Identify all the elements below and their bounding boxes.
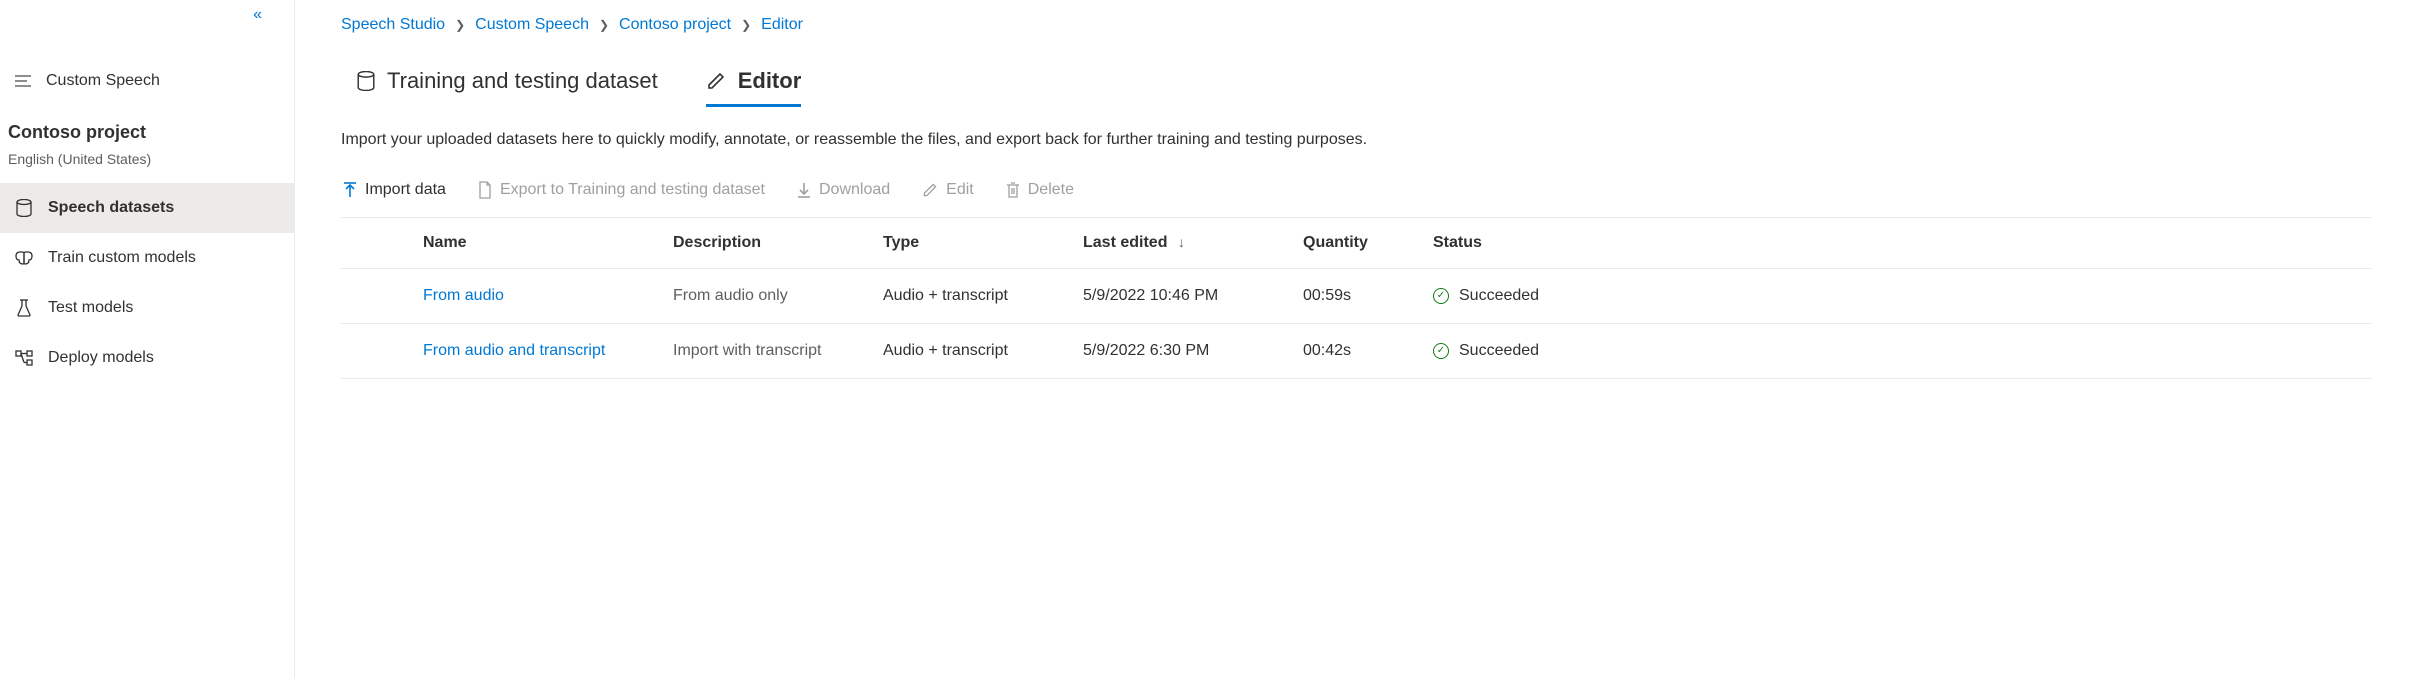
- sidebar-item-speech-datasets[interactable]: Speech datasets: [0, 183, 294, 233]
- column-description[interactable]: Description: [661, 218, 871, 269]
- success-icon: ✓: [1433, 343, 1449, 359]
- table-row[interactable]: From audio and transcript Import with tr…: [341, 324, 2372, 379]
- dataset-quantity: 00:59s: [1291, 269, 1421, 324]
- dataset-name-link[interactable]: From audio: [411, 269, 661, 324]
- column-last-edited[interactable]: Last edited ↓: [1071, 218, 1291, 269]
- export-button: Export to Training and testing dataset: [476, 177, 767, 203]
- dataset-description: Import with transcript: [661, 324, 871, 379]
- column-label: Last edited: [1083, 234, 1167, 251]
- button-label: Export to Training and testing dataset: [500, 181, 765, 199]
- download-icon: [797, 182, 811, 198]
- sidebar-item-label: Deploy models: [48, 349, 154, 367]
- dataset-type: Audio + transcript: [871, 269, 1071, 324]
- datasets-table: Name Description Type Last edited ↓ Quan…: [341, 218, 2372, 379]
- chevron-right-icon: ❯: [599, 18, 609, 32]
- breadcrumb: Speech Studio ❯ Custom Speech ❯ Contoso …: [341, 16, 2372, 34]
- column-name[interactable]: Name: [411, 218, 661, 269]
- sidebar-item-train-custom-models[interactable]: Train custom models: [0, 233, 294, 283]
- sidebar-item-test-models[interactable]: Test models: [0, 283, 294, 333]
- trash-icon: [1006, 182, 1020, 198]
- column-quantity[interactable]: Quantity: [1291, 218, 1421, 269]
- dataset-last-edited: 5/9/2022 10:46 PM: [1071, 269, 1291, 324]
- project-block: Contoso project English (United States): [0, 100, 294, 181]
- category-header[interactable]: Custom Speech: [0, 62, 294, 100]
- dataset-status: ✓ Succeeded: [1421, 324, 2372, 379]
- dataset-status: ✓ Succeeded: [1421, 269, 2372, 324]
- sidebar-item-label: Speech datasets: [48, 199, 174, 217]
- download-button: Download: [795, 177, 892, 203]
- sidebar-item-label: Train custom models: [48, 249, 196, 267]
- button-label: Import data: [365, 181, 446, 199]
- table-row[interactable]: From audio From audio only Audio + trans…: [341, 269, 2372, 324]
- button-label: Delete: [1028, 181, 1074, 199]
- button-label: Edit: [946, 181, 974, 199]
- project-subtitle: English (United States): [4, 151, 294, 167]
- dataset-description: From audio only: [661, 269, 871, 324]
- database-icon: [357, 71, 375, 91]
- status-label: Succeeded: [1459, 287, 1539, 305]
- export-file-icon: [478, 181, 492, 199]
- brain-icon: [14, 250, 34, 266]
- import-data-button[interactable]: Import data: [341, 177, 448, 203]
- category-label: Custom Speech: [46, 72, 160, 90]
- breadcrumb-speech-studio[interactable]: Speech Studio: [341, 16, 445, 34]
- chevron-right-icon: ❯: [455, 18, 465, 32]
- sidebar-nav: Speech datasets Train custom models Test…: [0, 183, 294, 383]
- import-icon: [343, 182, 357, 198]
- tabs: Training and testing dataset Editor: [341, 68, 2372, 107]
- edit-button: Edit: [920, 177, 976, 203]
- sidebar: « Custom Speech Contoso project English …: [0, 0, 295, 678]
- tab-editor[interactable]: Editor: [706, 68, 802, 107]
- column-status[interactable]: Status: [1421, 218, 2372, 269]
- sidebar-item-deploy-models[interactable]: Deploy models: [0, 333, 294, 383]
- flask-icon: [14, 299, 34, 317]
- delete-button: Delete: [1004, 177, 1076, 203]
- collapse-sidebar-icon[interactable]: «: [253, 6, 262, 24]
- column-checkbox: [341, 218, 411, 269]
- project-title: Contoso project: [4, 122, 294, 143]
- button-label: Download: [819, 181, 890, 199]
- dataset-quantity: 00:42s: [1291, 324, 1421, 379]
- tab-label: Editor: [738, 68, 802, 94]
- toolbar: Import data Export to Training and testi…: [341, 177, 2372, 218]
- deploy-icon: [14, 350, 34, 366]
- sort-descending-icon: ↓: [1178, 234, 1185, 250]
- dataset-name-link[interactable]: From audio and transcript: [411, 324, 661, 379]
- tab-label: Training and testing dataset: [387, 68, 658, 94]
- page-description: Import your uploaded datasets here to qu…: [341, 131, 2372, 149]
- breadcrumb-editor[interactable]: Editor: [761, 16, 803, 34]
- tab-training-testing-dataset[interactable]: Training and testing dataset: [357, 68, 658, 107]
- pencil-icon: [706, 71, 726, 91]
- sidebar-item-label: Test models: [48, 299, 133, 317]
- main-content: Speech Studio ❯ Custom Speech ❯ Contoso …: [295, 0, 2418, 678]
- column-type[interactable]: Type: [871, 218, 1071, 269]
- database-icon: [14, 199, 34, 217]
- dataset-type: Audio + transcript: [871, 324, 1071, 379]
- breadcrumb-contoso-project[interactable]: Contoso project: [619, 16, 731, 34]
- pencil-icon: [922, 182, 938, 198]
- success-icon: ✓: [1433, 288, 1449, 304]
- breadcrumb-custom-speech[interactable]: Custom Speech: [475, 16, 589, 34]
- status-label: Succeeded: [1459, 342, 1539, 360]
- chevron-right-icon: ❯: [741, 18, 751, 32]
- dataset-last-edited: 5/9/2022 6:30 PM: [1071, 324, 1291, 379]
- list-icon: [14, 75, 32, 87]
